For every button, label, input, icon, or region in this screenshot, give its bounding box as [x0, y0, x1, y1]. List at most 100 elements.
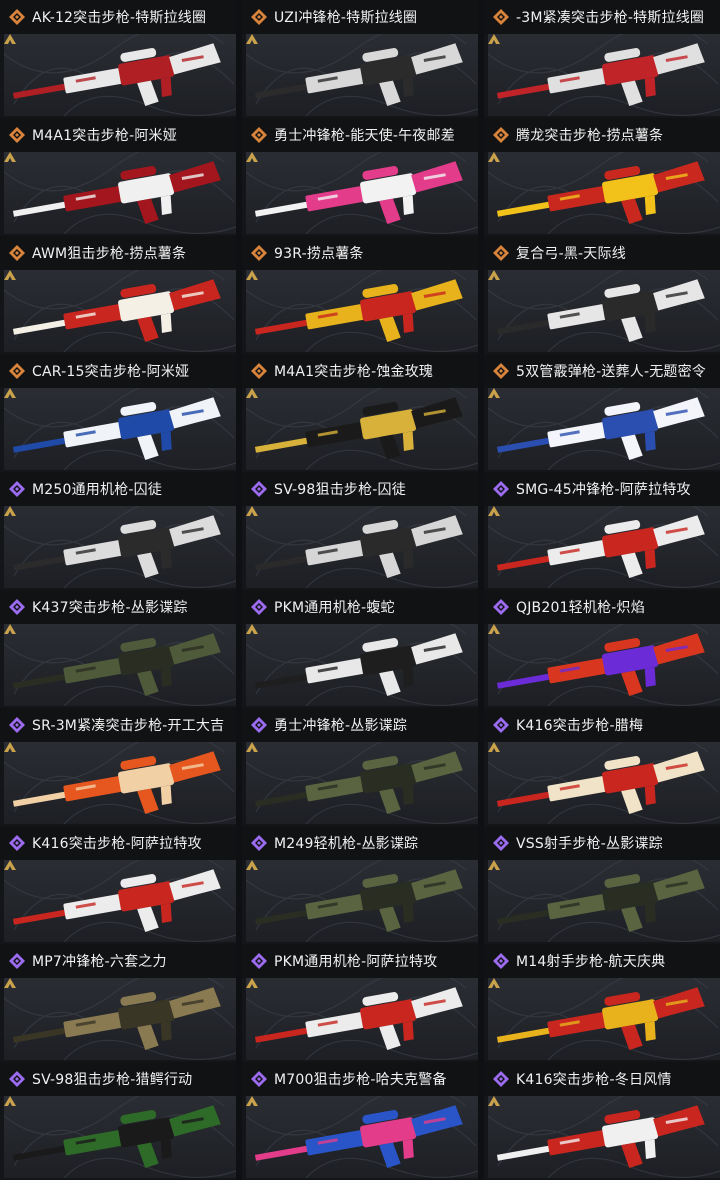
rarity-diamond-icon [493, 127, 509, 143]
skin-card[interactable]: K416突击步枪-腊梅 [484, 708, 720, 826]
rarity-diamond-icon [9, 363, 25, 379]
skin-card[interactable]: M4A1突击步枪-阿米娅 [0, 118, 236, 236]
skin-card[interactable]: CAR-15突击步枪-阿米娅 [0, 354, 236, 472]
skin-title: 5双管霰弹枪-送葬人-无题密令 [516, 364, 707, 380]
skin-card-header: M14射手步枪-航天庆典 [484, 944, 720, 978]
corner-brand-icon [4, 860, 16, 870]
skin-card[interactable]: MP7冲锋枪-六套之力 [0, 944, 236, 1062]
corner-brand-icon [4, 152, 16, 162]
corner-brand-icon [246, 34, 258, 44]
corner-brand-icon [4, 1096, 16, 1106]
skin-card[interactable]: M700狙击步枪-哈夫克警备 [242, 1062, 478, 1180]
weapon-silhouette [496, 869, 705, 933]
weapon-image [4, 624, 236, 706]
skin-card[interactable]: 勇士冲锋枪-能天使-午夜邮差 [242, 118, 478, 236]
weapon-silhouette [254, 1105, 463, 1169]
skin-card[interactable]: M249轻机枪-丛影谍踪 [242, 826, 478, 944]
skin-title: M14射手步枪-航天庆典 [516, 954, 666, 970]
skin-card[interactable]: SV-98狙击步枪-猎鳄行动 [0, 1062, 236, 1180]
skin-card[interactable]: M14射手步枪-航天庆典 [484, 944, 720, 1062]
corner-brand-icon [488, 860, 500, 870]
rarity-diamond-icon [493, 599, 509, 615]
corner-brand-icon [488, 270, 500, 280]
weapon-silhouette [254, 751, 463, 815]
corner-brand-icon [4, 270, 16, 280]
skin-card[interactable]: SV-98狙击步枪-囚徒 [242, 472, 478, 590]
weapon-silhouette [12, 279, 221, 343]
skin-card[interactable]: M4A1突击步枪-蚀金玫瑰 [242, 354, 478, 472]
skin-card[interactable]: SMG-45冲锋枪-阿萨拉特攻 [484, 472, 720, 590]
skin-title: K416突击步枪-阿萨拉特攻 [32, 836, 202, 852]
weapon-silhouette [254, 43, 463, 107]
skin-card[interactable]: UZI冲锋枪-特斯拉线圈 [242, 0, 478, 118]
skin-title: MP7冲锋枪-六套之力 [32, 954, 167, 970]
weapon-silhouette [12, 633, 221, 697]
corner-brand-icon [246, 978, 258, 988]
weapon-thumbnail [488, 742, 720, 824]
weapon-image [488, 270, 720, 352]
corner-brand-icon [246, 152, 258, 162]
corner-brand-icon [246, 270, 258, 280]
corner-brand-icon [246, 1096, 258, 1106]
rarity-diamond-icon [251, 363, 267, 379]
skin-card-header: K416突击步枪-阿萨拉特攻 [0, 826, 236, 860]
skin-card[interactable]: K437突击步枪-丛影谍踪 [0, 590, 236, 708]
corner-brand-icon [246, 624, 258, 634]
weapon-thumbnail [488, 860, 720, 942]
skin-card[interactable]: PKM通用机枪-阿萨拉特攻 [242, 944, 478, 1062]
rarity-diamond-icon [251, 717, 267, 733]
rarity-diamond-icon [9, 835, 25, 851]
weapon-image [4, 1096, 236, 1178]
skin-card[interactable]: 5双管霰弹枪-送葬人-无题密令 [484, 354, 720, 472]
skin-card[interactable]: K416突击步枪-冬日风情 [484, 1062, 720, 1180]
rarity-diamond-icon [251, 9, 267, 25]
weapon-thumbnail [246, 388, 478, 470]
rarity-diamond-icon [251, 835, 267, 851]
weapon-thumbnail [488, 506, 720, 588]
rarity-diamond-icon [9, 127, 25, 143]
skin-card[interactable]: 腾龙突击步枪-捞点薯条 [484, 118, 720, 236]
corner-brand-icon [4, 34, 16, 44]
rarity-diamond-icon [251, 953, 267, 969]
skin-card[interactable]: SR-3M紧凑突击步枪-开工大吉 [0, 708, 236, 826]
weapon-silhouette [12, 751, 221, 815]
skin-card[interactable]: QJB201轻机枪-炽焰 [484, 590, 720, 708]
weapon-image [488, 978, 720, 1060]
skin-card[interactable]: PKM通用机枪-蝮蛇 [242, 590, 478, 708]
skin-card[interactable]: -3M紧凑突击步枪-特斯拉线圈 [484, 0, 720, 118]
skin-card[interactable]: 复合弓-黑-天际线 [484, 236, 720, 354]
weapon-silhouette [496, 279, 705, 343]
corner-brand-icon [488, 152, 500, 162]
rarity-diamond-icon [251, 599, 267, 615]
weapon-silhouette [254, 397, 463, 461]
skin-card[interactable]: M250通用机枪-囚徒 [0, 472, 236, 590]
skin-card-header: M250通用机枪-囚徒 [0, 472, 236, 506]
skin-card[interactable]: AWM狙击步枪-捞点薯条 [0, 236, 236, 354]
skin-card[interactable]: VSS射手步枪-丛影谍踪 [484, 826, 720, 944]
skin-title: PKM通用机枪-蝮蛇 [274, 600, 395, 616]
rarity-diamond-icon [493, 1071, 509, 1087]
corner-brand-icon [4, 388, 16, 398]
weapon-image [246, 742, 478, 824]
skin-card[interactable]: AK-12突击步枪-特斯拉线圈 [0, 0, 236, 118]
rarity-diamond-icon [493, 717, 509, 733]
skin-card-header: AWM狙击步枪-捞点薯条 [0, 236, 236, 270]
weapon-silhouette [12, 869, 221, 933]
skin-card[interactable]: K416突击步枪-阿萨拉特攻 [0, 826, 236, 944]
skin-title: QJB201轻机枪-炽焰 [516, 600, 645, 616]
skin-card-header: 勇士冲锋枪-丛影谍踪 [242, 708, 478, 742]
skin-title: M4A1突击步枪-阿米娅 [32, 128, 177, 144]
skin-card[interactable]: 93R-捞点薯条 [242, 236, 478, 354]
corner-brand-icon [488, 624, 500, 634]
weapon-silhouette [12, 1105, 221, 1169]
corner-brand-icon [4, 742, 16, 752]
weapon-silhouette [254, 869, 463, 933]
weapon-image [246, 978, 478, 1060]
weapon-silhouette [496, 161, 705, 225]
weapon-image [488, 388, 720, 470]
weapon-thumbnail [4, 860, 236, 942]
skin-title: K416突击步枪-腊梅 [516, 718, 644, 734]
weapon-image [246, 152, 478, 234]
weapon-thumbnail [246, 624, 478, 706]
skin-card[interactable]: 勇士冲锋枪-丛影谍踪 [242, 708, 478, 826]
